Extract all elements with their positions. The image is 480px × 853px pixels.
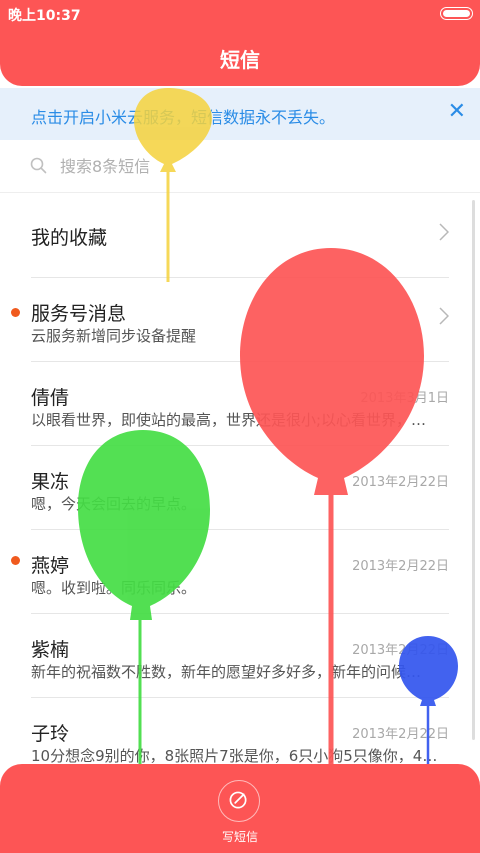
- item-preview: 以眼看世界，即使站的最高，世界还是很小;以心看世界，…: [31, 411, 427, 429]
- search-icon: [30, 157, 47, 174]
- item-date: 2013年2月22日: [352, 727, 449, 742]
- item-name: 果冻: [31, 471, 70, 493]
- item-name: 我的收藏: [31, 227, 108, 249]
- status-time: 晚上10:37: [8, 8, 81, 24]
- page-title: 短信: [220, 48, 260, 72]
- item-preview: 嗯，今天会回去的早点。: [31, 495, 197, 513]
- search-bar[interactable]: [0, 142, 480, 193]
- item-date: 2013年2月22日: [352, 475, 449, 490]
- item-preview: 10分想念9别的你，8张照片7张是你，6只小狗5只像你，4…: [31, 747, 438, 765]
- list-item[interactable]: 倩倩 2013年3月1日 以眼看世界，即使站的最高，世界还是很小;以心看世界，…: [0, 361, 480, 445]
- list-item[interactable]: 果冻 2013年2月22日 嗯，今天会回去的早点。: [0, 445, 480, 529]
- header-bar: 晚上10:37 短信: [0, 0, 480, 86]
- list-item[interactable]: 燕婷 2013年2月22日 嗯。收到啦。同乐同乐。: [0, 529, 480, 613]
- close-icon[interactable]: ✕: [448, 99, 466, 124]
- list-item[interactable]: 我的收藏: [0, 193, 480, 277]
- list-item[interactable]: 紫楠 2013年2月22日 新年的祝福数不胜数，新年的愿望好多好多，新年的问候…: [0, 613, 480, 697]
- item-name: 倩倩: [31, 387, 70, 409]
- conversation-list: 我的收藏 服务号消息 云服务新增同步设备提醒 倩倩 2013年3月1日 以眼看世…: [0, 193, 480, 781]
- item-preview: 新年的祝福数不胜数，新年的愿望好多好多，新年的问候…: [31, 663, 422, 681]
- scrollbar[interactable]: [472, 200, 475, 740]
- unread-dot: [11, 308, 20, 317]
- search-input[interactable]: [58, 156, 442, 177]
- item-date: 2013年2月22日: [352, 643, 449, 658]
- compose-button[interactable]: [218, 780, 260, 822]
- list-item[interactable]: 服务号消息 云服务新增同步设备提醒: [0, 277, 480, 361]
- item-name: 子玲: [31, 723, 70, 745]
- compose-label[interactable]: 写短信: [0, 828, 480, 845]
- item-name: 燕婷: [31, 555, 70, 577]
- battery-icon: [440, 7, 473, 20]
- item-date: 2013年2月22日: [352, 559, 449, 574]
- unread-dot: [11, 556, 20, 565]
- item-date: 2013年3月1日: [360, 391, 449, 406]
- item-preview: 云服务新增同步设备提醒: [31, 327, 197, 345]
- item-name: 紫楠: [31, 639, 70, 661]
- bottom-bar: 写短信: [0, 764, 480, 853]
- item-preview: 嗯。收到啦。同乐同乐。: [31, 579, 197, 597]
- cloud-banner[interactable]: 点击开启小米云服务，短信数据永不丢失。 ✕: [0, 88, 480, 140]
- cloud-banner-text[interactable]: 点击开启小米云服务，短信数据永不丢失。: [31, 104, 335, 128]
- chevron-right-icon: [439, 223, 449, 241]
- chevron-right-icon: [439, 307, 449, 325]
- item-name: 服务号消息: [31, 303, 127, 325]
- compose-icon: [229, 791, 247, 809]
